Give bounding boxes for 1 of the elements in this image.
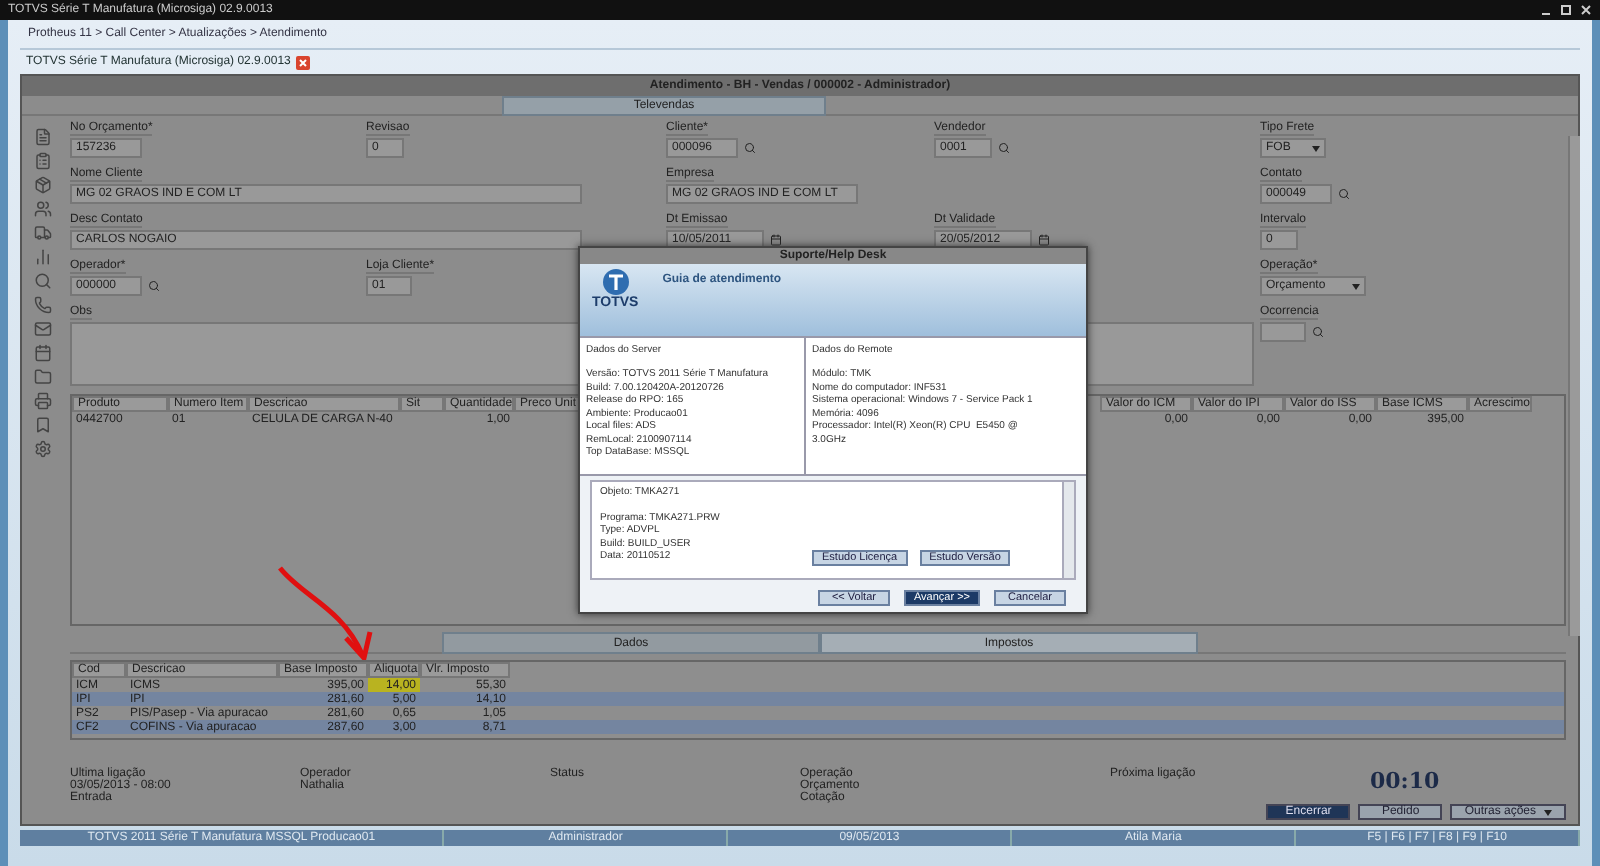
timer: 00:10 — [1370, 768, 1440, 794]
